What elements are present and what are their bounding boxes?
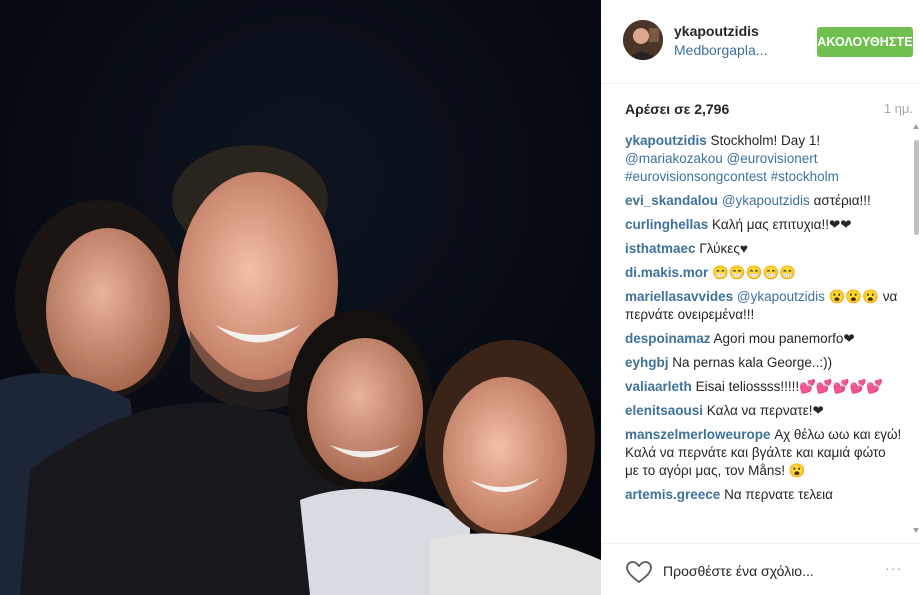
follow-button[interactable]: ΑΚΟΛΟΥΘΗΣΤΕ xyxy=(817,27,913,57)
comment-text: Γλύκες♥ xyxy=(699,241,748,256)
avatar[interactable] xyxy=(623,20,663,60)
comment-username[interactable]: despoinamaz xyxy=(625,331,711,346)
comment-text: Καλή μας επιτυχια!!❤❤ xyxy=(712,217,852,232)
comment-username[interactable]: eyhgbj xyxy=(625,355,669,370)
comment-username[interactable]: evi_skandalou xyxy=(625,193,718,208)
comment-username[interactable]: di.makis.mor xyxy=(625,265,708,280)
comment-text: Stockholm! Day 1! xyxy=(710,133,821,148)
comment-item: di.makis.mor 😁😁😁😁😁 xyxy=(625,264,903,282)
post-time[interactable]: 1 ημ. xyxy=(884,101,913,116)
comment-username[interactable]: curlinghellas xyxy=(625,217,708,232)
comment-item: elenitsaousi Καλα να περνατε!❤ xyxy=(625,402,903,420)
post-location[interactable]: Medborgapla... xyxy=(674,42,767,58)
likes-row: Αρέσει σε 2,796 1 ημ. xyxy=(625,101,913,121)
comment-text: Na pernas kala George..:)) xyxy=(672,355,833,370)
ellipsis-icon[interactable]: ··· xyxy=(885,560,902,576)
comment-text: 😁😁😁😁😁 xyxy=(712,265,797,280)
comment-item: valiaarleth Eisai teliossss!!!!!💕💕💕💕💕 xyxy=(625,378,903,396)
post-photo xyxy=(0,0,601,595)
post-sidebar: ykapoutzidis Medborgapla... ΑΚΟΛΟΥΘΗΣΤΕ … xyxy=(601,0,920,595)
comment-username[interactable]: isthatmaec xyxy=(625,241,696,256)
comment-input[interactable] xyxy=(663,560,873,582)
comment-item: ykapoutzidis Stockholm! Day 1! @mariakoz… xyxy=(625,132,903,186)
comment-mention[interactable]: @ykapoutzidis xyxy=(737,289,825,304)
comment-item: isthatmaec Γλύκες♥ xyxy=(625,240,903,258)
comments-scrollbar-thumb[interactable] xyxy=(914,140,919,235)
comments-list: ykapoutzidis Stockholm! Day 1! @mariakoz… xyxy=(625,132,903,538)
post-header: ykapoutzidis Medborgapla... ΑΚΟΛΟΥΘΗΣΤΕ xyxy=(601,0,920,84)
comment-item: evi_skandalou @ykapoutzidis αστέρια!!! xyxy=(625,192,903,210)
comment-mention[interactable]: @ykapoutzidis xyxy=(722,193,810,208)
comment-text: Eisai teliossss!!!!!💕💕💕💕💕 xyxy=(695,379,884,394)
heart-outline-icon[interactable] xyxy=(625,560,653,584)
likes-count[interactable]: Αρέσει σε 2,796 xyxy=(625,101,729,117)
comment-text: Να περνατε τελεια xyxy=(724,487,833,502)
comment-username[interactable]: elenitsaousi xyxy=(625,403,703,418)
selfie-image xyxy=(0,0,601,595)
comment-tags[interactable]: @mariakozakou @eurovisionert #eurovision… xyxy=(625,151,839,184)
comment-text: αστέρια!!! xyxy=(813,193,871,208)
comment-username[interactable]: mariellasavvides xyxy=(625,289,733,304)
comment-footer: ··· xyxy=(601,543,920,595)
comment-item: despoinamaz Agori mou panemorfo❤ xyxy=(625,330,903,348)
comment-item: eyhgbj Na pernas kala George..:)) xyxy=(625,354,903,372)
comment-text: Agori mou panemorfo❤ xyxy=(713,331,855,346)
comment-text: Καλα να περνατε!❤ xyxy=(706,403,824,418)
comment-item: manszelmerloweurope Αχ θέλω ωω και εγώ! … xyxy=(625,426,903,480)
comment-item: artemis.greece Να περνατε τελεια xyxy=(625,486,903,504)
comment-username[interactable]: artemis.greece xyxy=(625,487,720,502)
comment-username[interactable]: manszelmerloweurope xyxy=(625,427,771,442)
scroll-up-arrow-icon[interactable] xyxy=(913,124,919,129)
comment-username[interactable]: ykapoutzidis xyxy=(625,133,707,148)
scroll-down-arrow-icon[interactable] xyxy=(913,528,919,533)
avatar-image xyxy=(623,20,663,60)
comment-item: curlinghellas Καλή μας επιτυχια!!❤❤ xyxy=(625,216,903,234)
comment-username[interactable]: valiaarleth xyxy=(625,379,692,394)
post-username[interactable]: ykapoutzidis xyxy=(674,23,759,39)
comment-item: mariellasavvides @ykapoutzidis 😮😮😮 να πε… xyxy=(625,288,903,324)
